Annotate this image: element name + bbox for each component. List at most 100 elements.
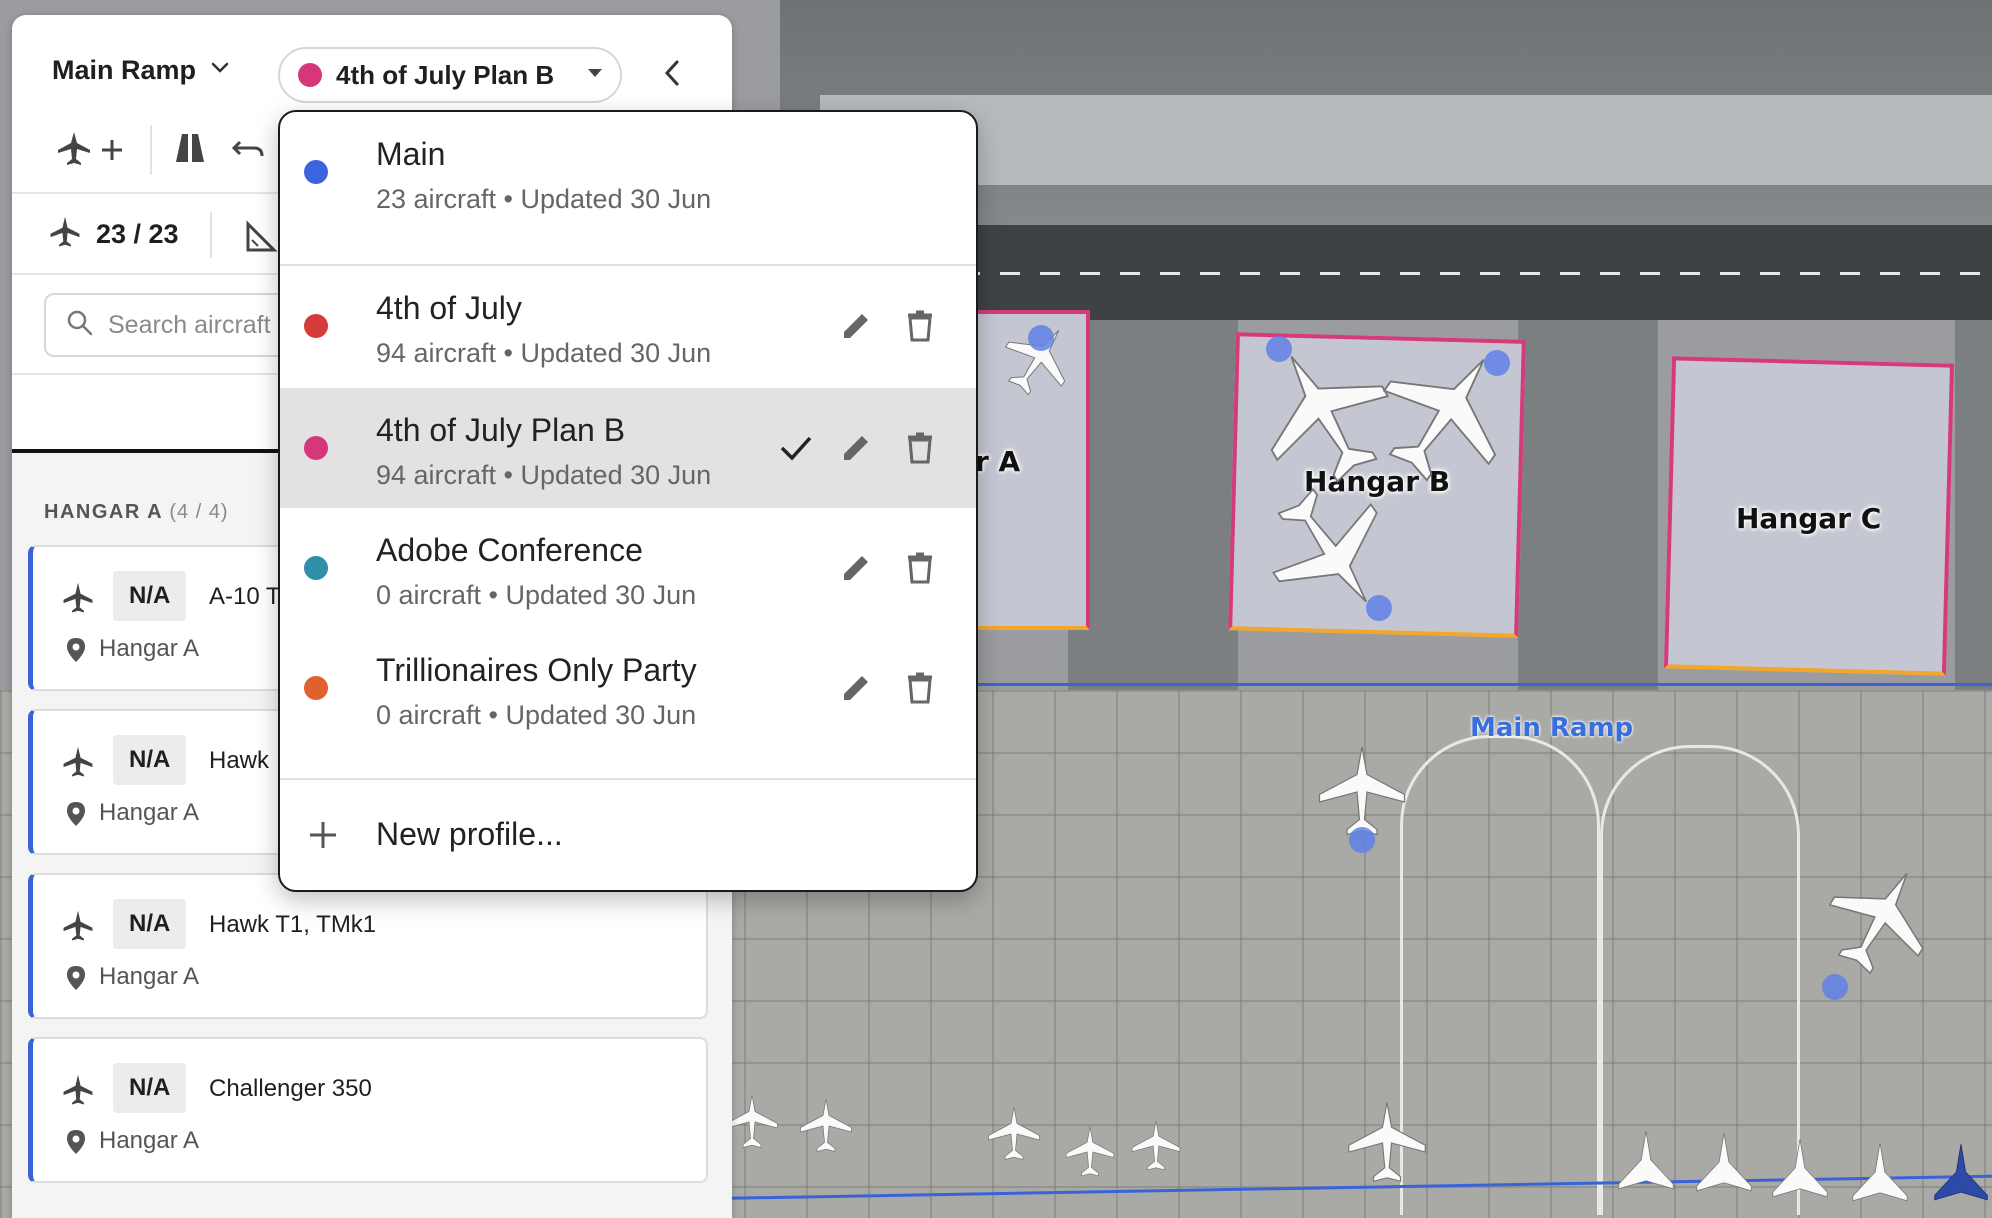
toolbar	[52, 125, 268, 175]
pencil-icon[interactable]	[836, 428, 876, 468]
parking-strip	[1955, 320, 1992, 690]
ramp-select-label: Main Ramp	[52, 55, 197, 85]
aircraft-location: Hangar A	[99, 1127, 200, 1154]
search-icon	[66, 309, 94, 342]
aircraft-marker[interactable]	[1062, 1124, 1118, 1180]
aircraft-marker[interactable]	[1848, 1140, 1912, 1204]
aircraft-model: Hawk	[209, 747, 270, 774]
aircraft-location: Hangar A	[99, 963, 200, 990]
airplane-icon	[61, 745, 95, 779]
profile-name: 4th of July Plan B	[376, 412, 626, 448]
location-pin-icon	[65, 965, 87, 991]
hangar-c-label: Hangar C	[1736, 502, 1882, 535]
aircraft-marker[interactable]	[1768, 1136, 1832, 1200]
profile-meta: 0 aircraft • Updated 30 Jun	[376, 700, 697, 730]
profile-dropdown-menu: Main 23 aircraft • Updated 30 Jun 4th of…	[278, 110, 978, 892]
registration-badge: N/A	[113, 571, 187, 621]
new-profile-label: New profile...	[376, 816, 563, 852]
road-icon	[172, 130, 208, 171]
group-header: HANGAR A (4 / 4)	[44, 501, 229, 524]
ramp-boundary	[960, 683, 1992, 686]
ramp-select[interactable]: Main Ramp	[52, 55, 230, 86]
profile-color-dot	[304, 676, 328, 700]
trash-icon[interactable]	[900, 548, 940, 588]
profile-select-label: 4th of July Plan B	[336, 59, 555, 90]
building-roof-band	[820, 95, 1992, 185]
aircraft-anchor[interactable]	[1366, 595, 1392, 621]
add-aircraft-button[interactable]	[52, 128, 132, 172]
aircraft-marker[interactable]	[1128, 1118, 1184, 1174]
chevron-down-icon	[210, 61, 230, 80]
group-name: HANGAR A	[44, 501, 163, 523]
trash-icon[interactable]	[900, 428, 940, 468]
undo-icon	[230, 130, 266, 171]
aircraft-count: 23 / 23	[48, 215, 179, 254]
profile-option-4th-of-july-plan-b[interactable]: 4th of July Plan B 94 aircraft • Updated…	[280, 388, 976, 508]
registration-badge: N/A	[113, 1063, 187, 1113]
profile-meta: 94 aircraft • Updated 30 Jun	[376, 338, 712, 368]
aircraft-marker[interactable]	[1692, 1130, 1756, 1194]
measure-button[interactable]	[242, 220, 278, 256]
pencil-icon[interactable]	[836, 668, 876, 708]
airplane-icon	[61, 909, 95, 943]
pencil-icon[interactable]	[836, 548, 876, 588]
profile-color-dot	[304, 436, 328, 460]
aircraft-location: Hangar A	[99, 635, 200, 662]
aircraft-anchor[interactable]	[1484, 350, 1510, 376]
airplane-add-icon	[54, 128, 130, 173]
registration-badge: N/A	[113, 899, 187, 949]
count-separator	[210, 212, 212, 258]
aircraft-marker[interactable]	[1342, 1098, 1432, 1188]
aircraft-model: Hawk T1, TMk1	[209, 911, 377, 938]
aircraft-marker[interactable]	[796, 1096, 856, 1156]
aircraft-count-value: 23 / 23	[96, 219, 179, 249]
caret-down-icon	[586, 66, 604, 84]
road-marking	[960, 272, 1992, 275]
profile-color-dot	[298, 63, 322, 87]
profile-meta: 23 aircraft • Updated 30 Jun	[376, 184, 712, 214]
toolbar-separator	[150, 125, 152, 175]
profile-option-adobe-conference[interactable]: Adobe Conference 0 aircraft • Updated 30…	[280, 508, 976, 628]
chevron-left-icon	[662, 59, 682, 92]
aircraft-card[interactable]: N/A Challenger 350 Hangar A	[28, 1037, 708, 1183]
trash-icon[interactable]	[900, 306, 940, 346]
location-pin-icon	[65, 1129, 87, 1155]
profile-select[interactable]: 4th of July Plan B	[278, 47, 622, 103]
aircraft-marker[interactable]	[984, 1104, 1044, 1164]
road-button[interactable]	[170, 128, 210, 172]
ruler-angle-icon	[242, 220, 278, 260]
profile-name: Adobe Conference	[376, 532, 643, 568]
profile-option-main[interactable]: Main 23 aircraft • Updated 30 Jun	[280, 112, 976, 232]
aircraft-marker[interactable]	[1614, 1128, 1678, 1192]
new-profile-button[interactable]: New profile...	[280, 778, 976, 890]
aircraft-anchor[interactable]	[1822, 974, 1848, 1000]
aircraft-card[interactable]: N/A Hawk T1, TMk1 Hangar A	[28, 873, 708, 1019]
profile-meta: 94 aircraft • Updated 30 Jun	[376, 460, 712, 490]
parking-strip	[1518, 320, 1658, 690]
profile-option-trillionaires-only-party[interactable]: Trillionaires Only Party 0 aircraft • Up…	[280, 628, 976, 748]
pencil-icon[interactable]	[836, 306, 876, 346]
collapse-panel-button[interactable]	[652, 55, 692, 95]
profile-name: Main	[376, 136, 446, 172]
profile-option-4th-of-july[interactable]: 4th of July 94 aircraft • Updated 30 Jun	[280, 266, 976, 386]
parking-strip	[1068, 320, 1238, 690]
aircraft-anchor[interactable]	[1028, 325, 1054, 351]
plus-icon	[306, 818, 340, 852]
profile-color-dot	[304, 314, 328, 338]
location-pin-icon	[65, 801, 87, 827]
checkmark-icon	[776, 428, 816, 468]
aircraft-marker[interactable]	[1930, 1140, 1992, 1204]
registration-badge: N/A	[113, 735, 187, 785]
undo-button[interactable]	[228, 128, 268, 172]
trash-icon[interactable]	[900, 668, 940, 708]
group-count: (4 / 4)	[169, 501, 229, 523]
aircraft-model: Challenger 350	[209, 1075, 372, 1102]
profile-color-dot	[304, 160, 328, 184]
airplane-icon	[61, 581, 95, 615]
aircraft-anchor[interactable]	[1349, 827, 1375, 853]
aircraft-anchor[interactable]	[1266, 336, 1292, 362]
profile-color-dot	[304, 556, 328, 580]
profile-meta: 0 aircraft • Updated 30 Jun	[376, 580, 697, 610]
profile-name: Trillionaires Only Party	[376, 652, 697, 688]
hangar-a-label: r A	[975, 445, 1021, 478]
